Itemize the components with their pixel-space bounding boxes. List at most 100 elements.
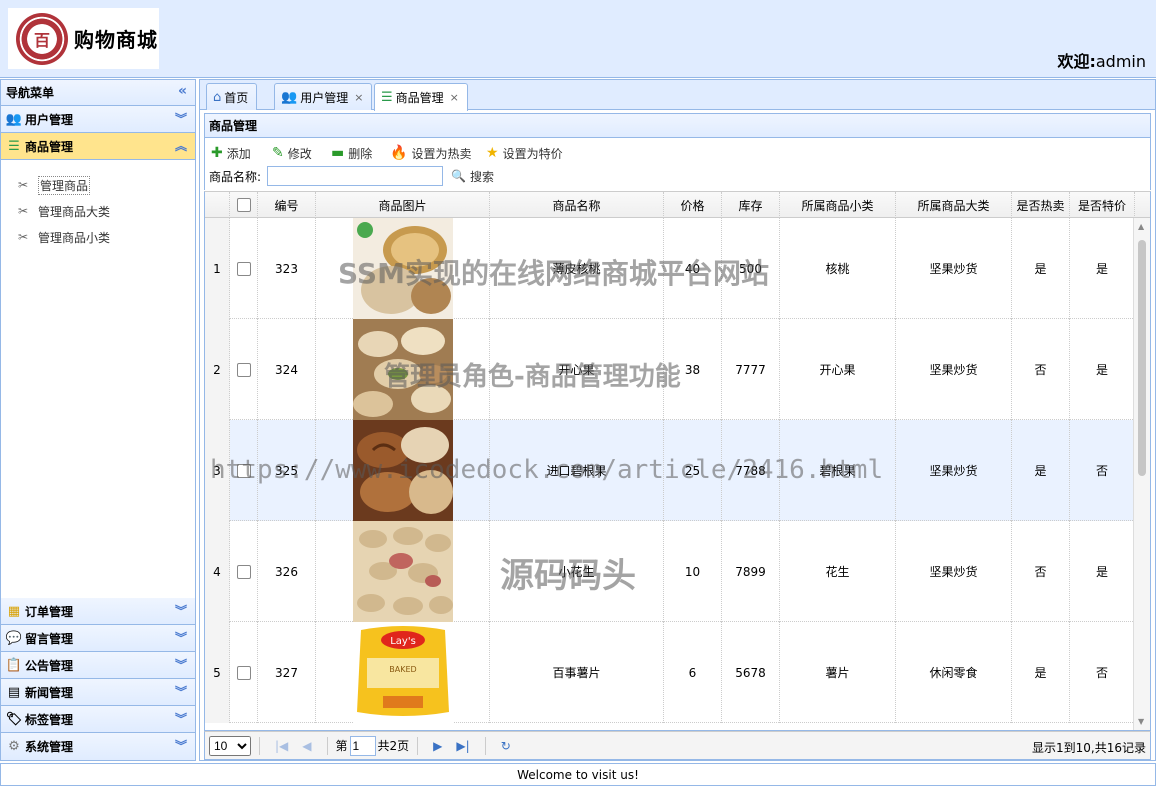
submenu-manage-categories[interactable]: ✂ 管理商品大类 (1, 198, 195, 224)
page-size-select[interactable]: 10 (209, 735, 251, 756)
menu-label: 标签管理 (25, 712, 74, 727)
select-all-checkbox[interactable] (236, 198, 251, 212)
menu-label: 用户管理 (25, 112, 74, 127)
sidebar-menu-notices[interactable]: 📋 公告管理 ︾ (1, 652, 195, 679)
cell-hot: 否 (1012, 521, 1070, 622)
set-hot-button[interactable]: 🔥 设置为热卖 (390, 142, 471, 164)
cell-category: 坚果炒货 (896, 218, 1012, 319)
sidebar-menu-products[interactable]: ☰ 商品管理 ︽ (1, 133, 195, 160)
table-row[interactable] (205, 723, 1135, 730)
cell-name: 薄皮核桃 (490, 218, 664, 319)
tab-products[interactable]: ☰ 商品管理 × (374, 83, 468, 111)
collapse-left-icon[interactable]: « (178, 83, 187, 99)
scroll-up-icon[interactable]: ▲ (1138, 222, 1144, 231)
vertical-scrollbar[interactable]: ▲ ▼ (1133, 218, 1150, 730)
table-row[interactable]: 4 326 小花生 10 7899 花生 坚果炒货否是 (205, 521, 1135, 622)
sidebar-menu-orders[interactable]: ▦ 订单管理 ︾ (1, 598, 195, 625)
cell-subcategory: 花生 (780, 521, 896, 622)
svg-text:BAKED: BAKED (389, 665, 416, 674)
cell-checkbox[interactable] (230, 218, 258, 319)
pagination-bar: 10 |◀ ◀ 第 共2页 ▶ ▶| ↻ 显示1到10,共16记录 (204, 731, 1151, 760)
cell-stock: 7788 (722, 420, 780, 521)
cell-special: 否 (1070, 420, 1135, 521)
cell-checkbox[interactable] (230, 622, 258, 723)
cell-hot: 是 (1012, 622, 1070, 723)
cell-rownum: 2 (205, 319, 230, 420)
set-special-button[interactable]: ★ 设置为特价 (486, 142, 563, 164)
submenu-manage-products[interactable]: ✂ 管理商品 (1, 172, 195, 198)
cell-image (316, 420, 490, 521)
header-checkbox[interactable] (230, 192, 258, 218)
cell-checkbox[interactable] (230, 521, 258, 622)
sidebar-menu-comments[interactable]: 💬 留言管理 ︾ (1, 625, 195, 652)
tab-label: 商品管理 (395, 91, 444, 105)
submenu-label: 管理商品大类 (38, 204, 111, 219)
header-special[interactable]: 是否特价 (1070, 192, 1135, 218)
sidebar-menu-tags[interactable]: 🏷 标签管理 ︾ (1, 706, 195, 733)
product-name-search-input[interactable] (267, 166, 444, 186)
welcome-text: 欢迎:admin (1057, 48, 1146, 72)
first-page-icon[interactable]: |◀ (275, 739, 288, 753)
delete-button[interactable]: ▬ 删除 (331, 142, 372, 164)
row-checkbox[interactable] (236, 564, 251, 579)
search-button[interactable]: 🔍 搜索 (451, 168, 494, 185)
refresh-icon[interactable]: ↻ (501, 739, 511, 753)
sidebar-menu-users[interactable]: 👥 用户管理 ︾ (1, 106, 195, 133)
cell-category: 休闲零食 (896, 622, 1012, 723)
cell-subcategory: 开心果 (780, 319, 896, 420)
close-icon[interactable]: × (354, 91, 363, 104)
scroll-down-icon[interactable]: ▼ (1138, 717, 1144, 726)
submenu-label: 管理商品小类 (38, 230, 111, 245)
toolbar: ✚ 添加 ✎ 修改 ▬ 删除 🔥 设置为热卖 ★ 设置为特价 商品名称: 🔍 搜… (204, 138, 1151, 190)
header-hot[interactable]: 是否热卖 (1012, 192, 1070, 218)
tab-home[interactable]: ⌂ 首页 (206, 83, 258, 110)
tab-users[interactable]: 👥 用户管理 × (274, 83, 373, 110)
search-label: 商品名称: (209, 169, 262, 184)
prev-page-icon[interactable]: ◀ (302, 739, 311, 753)
separator (417, 736, 419, 755)
search-icon: 🔍 (451, 169, 466, 183)
sidebar-menu-news[interactable]: ▤ 新闻管理 ︾ (1, 679, 195, 706)
header-stock[interactable]: 库存 (722, 192, 780, 218)
submenu-manage-subcategories[interactable]: ✂ 管理商品小类 (1, 224, 195, 250)
chevron-down-icon: ︾ (174, 739, 187, 753)
product-image (352, 319, 453, 420)
table-row[interactable]: 1 323 薄皮核桃 40 500 核桃 坚果炒货是是 (205, 218, 1135, 319)
main-area: ⌂ 首页 👥 用户管理 × ☰ 商品管理 × 商品管理 ✚ 添加 ✎ 修改 ▬ … (199, 79, 1156, 761)
page-number-input[interactable] (349, 735, 376, 756)
header-image[interactable]: 商品图片 (316, 192, 490, 218)
cell-checkbox[interactable] (230, 319, 258, 420)
header-price[interactable]: 价格 (664, 192, 722, 218)
cell-id: 324 (258, 319, 316, 420)
cell-checkbox[interactable] (230, 420, 258, 521)
cell-id: 323 (258, 218, 316, 319)
sidebar: 导航菜单 « 👥 用户管理 ︾ ☰ 商品管理 ︽ ✂ 管理商品 ✂ 管理商品大类… (0, 79, 196, 761)
cell-price: 10 (664, 521, 722, 622)
cell-special: 是 (1070, 521, 1135, 622)
menu-label: 留言管理 (25, 631, 74, 646)
row-checkbox[interactable] (236, 261, 251, 276)
row-checkbox[interactable] (236, 463, 251, 478)
last-page-icon[interactable]: ▶| (456, 739, 469, 753)
header-category[interactable]: 所属商品大类 (896, 192, 1012, 218)
order-icon: ▦ (7, 603, 21, 619)
menu-label: 公告管理 (25, 658, 74, 673)
header-id[interactable]: 编号 (258, 192, 316, 218)
comment-icon: 💬 (5, 630, 23, 646)
next-page-icon[interactable]: ▶ (433, 739, 442, 753)
row-checkbox[interactable] (236, 665, 251, 680)
sidebar-menu-system[interactable]: ⚙ 系统管理 ︾ (1, 733, 195, 760)
table-row[interactable]: 3 325 进口碧根果 25 7788 碧根果 坚果炒货是否 (205, 420, 1135, 521)
username: admin (1095, 52, 1146, 71)
cell-price: 6 (664, 622, 722, 723)
edit-button[interactable]: ✎ 修改 (272, 142, 312, 164)
scroll-thumb[interactable] (1138, 240, 1146, 476)
table-row[interactable]: 5 327 Lay's BAKED 百事薯片 6 5678 薯片 休闲零食是否 (205, 622, 1135, 723)
menu-label: 系统管理 (25, 740, 74, 754)
header-subcategory[interactable]: 所属商品小类 (780, 192, 896, 218)
row-checkbox[interactable] (236, 362, 251, 377)
close-icon[interactable]: × (450, 91, 459, 104)
table-row[interactable]: 2 324 开心果 38 7777 开心果 坚果炒货否是 (205, 319, 1135, 420)
header-name[interactable]: 商品名称 (490, 192, 664, 218)
add-button[interactable]: ✚ 添加 (211, 142, 251, 164)
